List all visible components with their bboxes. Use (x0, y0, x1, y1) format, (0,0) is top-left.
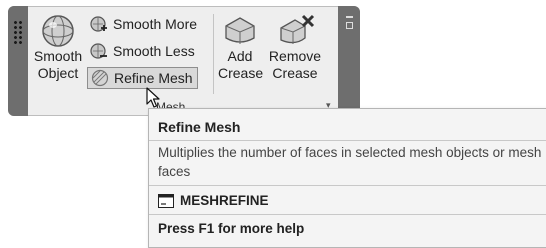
tooltip-title: Refine Mesh (158, 119, 241, 135)
smooth-less-button[interactable]: Smooth Less (90, 40, 195, 62)
smooth-less-label: Smooth Less (113, 43, 195, 59)
smooth-more-button[interactable]: Smooth More (90, 13, 197, 35)
tooltip-divider (149, 214, 546, 215)
tooltip-divider (149, 140, 546, 141)
restore-icon (346, 22, 353, 29)
smooth-more-label: Smooth More (113, 16, 198, 32)
panel-grip-handle[interactable] (8, 6, 28, 116)
smooth-object-label-line1: Smooth (33, 48, 83, 64)
mouse-cursor-icon (146, 87, 160, 108)
refine-mesh-icon (91, 69, 109, 87)
smooth-more-icon (90, 16, 107, 32)
smooth-less-icon (90, 43, 107, 59)
panel-side-bar[interactable] (338, 6, 360, 116)
remove-crease-icon (280, 14, 315, 44)
remove-crease-label-line2: Crease (272, 65, 318, 81)
add-crease-button[interactable]: Add Crease (218, 14, 264, 82)
tooltip-divider (149, 185, 546, 186)
smooth-object-button[interactable]: Smooth Object (32, 14, 84, 82)
add-crease-label-line1: Add (227, 48, 253, 64)
smooth-object-icon (42, 15, 74, 47)
add-crease-icon (225, 17, 255, 44)
grip-dots-icon (13, 20, 23, 46)
refine-mesh-label: Refine Mesh (114, 70, 193, 86)
command-line-icon (158, 193, 174, 208)
pin-icon (346, 16, 353, 18)
smooth-object-label-line2: Object (37, 65, 79, 81)
tooltip-command-name: MESHREFINE (180, 193, 269, 208)
tooltip-description: Multiplies the number of faces in select… (158, 145, 542, 179)
refine-mesh-button[interactable]: Refine Mesh (87, 67, 198, 89)
remove-crease-button[interactable]: Remove Crease (268, 14, 322, 82)
remove-crease-label-line1: Remove (268, 48, 322, 64)
panel-separator (213, 14, 214, 94)
tooltip: Refine Mesh Multiplies the number of fac… (148, 108, 546, 248)
tooltip-command: MESHREFINE (158, 193, 269, 208)
tooltip-help: Press F1 for more help (158, 221, 305, 236)
add-crease-label-line2: Crease (218, 65, 264, 81)
